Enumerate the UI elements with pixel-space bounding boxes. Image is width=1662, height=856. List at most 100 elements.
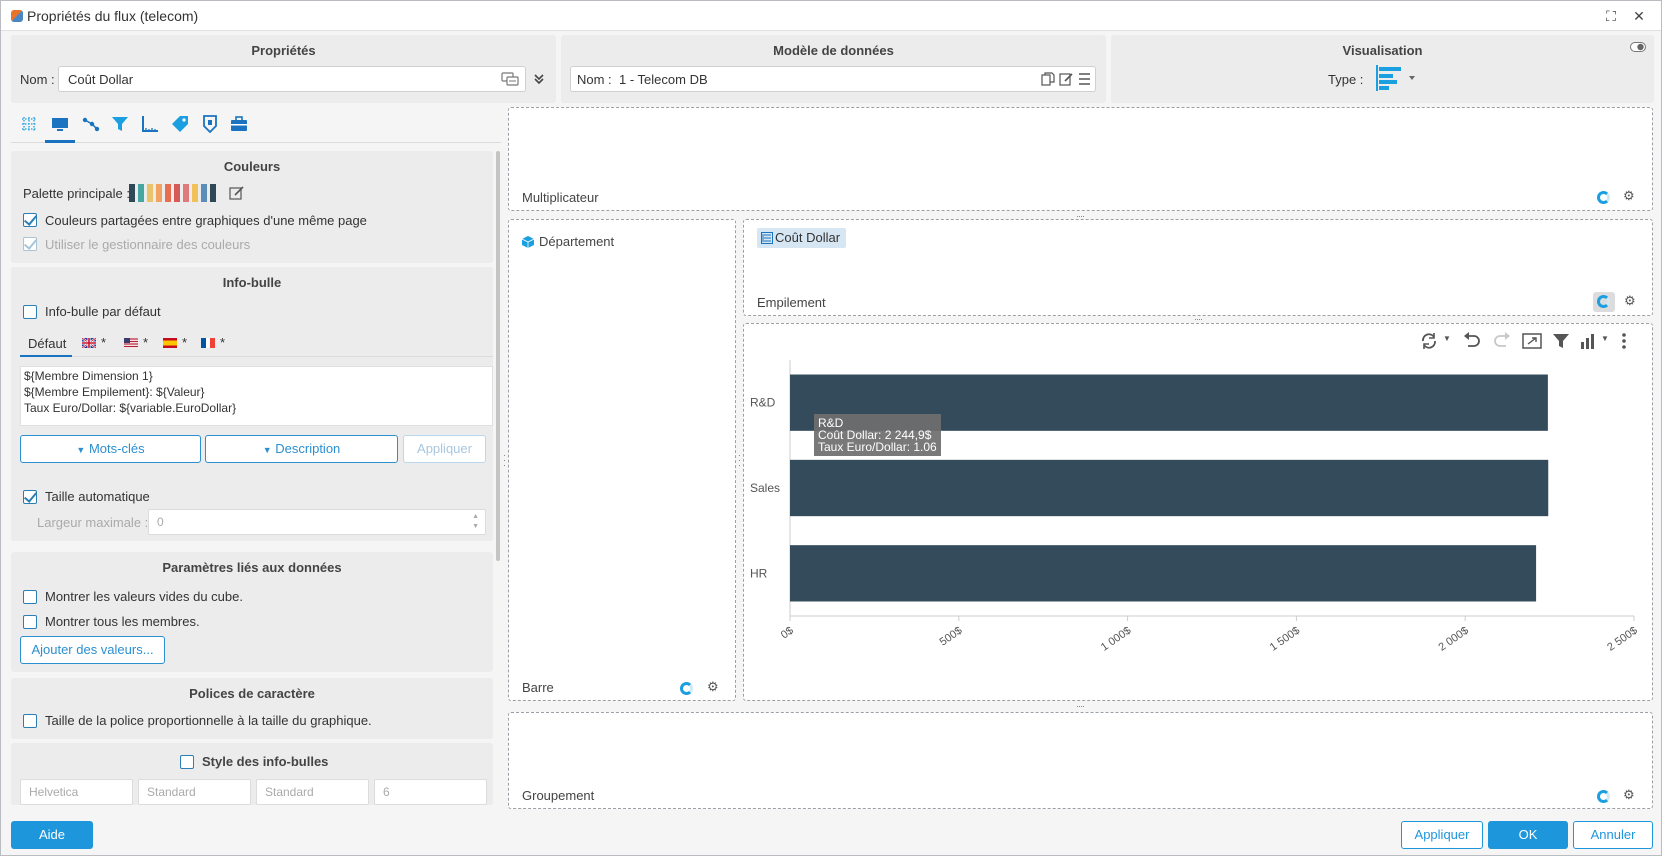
tab-english-us[interactable]: * [124, 335, 156, 353]
all-members-label: Montrer tous les membres. [45, 614, 200, 629]
keywords-button[interactable]: ▼ Mots-clés [20, 435, 201, 463]
x-tick-label: 1 500$ [1268, 625, 1302, 654]
loading-ring-icon[interactable] [1597, 790, 1610, 803]
grid-icon[interactable] [19, 114, 39, 134]
department-dimension[interactable]: Département [539, 234, 614, 249]
palette-label: Palette principale : [23, 186, 130, 201]
display-icon[interactable] [50, 114, 70, 134]
max-width-input: 0 ▲ ▼ [148, 509, 486, 535]
vertical-resize-handle[interactable]: · · · [503, 451, 506, 470]
vertical-resize-handle[interactable]: · · · [738, 451, 741, 470]
ok-button[interactable]: OK [1488, 821, 1568, 849]
app-icon [11, 10, 23, 22]
cube-icon [522, 236, 534, 248]
data-model-name-label: Nom : [577, 72, 612, 87]
visualisation-type-label: Type : [1328, 72, 1364, 87]
description-button[interactable]: ▼ Description [205, 435, 398, 463]
all-members-checkbox[interactable] [23, 615, 37, 629]
data-model-input[interactable]: Nom : 1 - Telecom DB [570, 66, 1096, 92]
colors-section: Couleurs Palette principale : Couleurs p… [11, 151, 493, 263]
y-tick-label: R&D [750, 396, 776, 410]
default-tooltip-checkbox[interactable] [23, 305, 37, 319]
apply-button[interactable]: Appliquer [1401, 821, 1483, 849]
bar[interactable] [790, 459, 1549, 517]
y-tick-label: Sales [750, 481, 780, 495]
ruler-icon[interactable] [140, 114, 160, 134]
palette-swatch [156, 184, 162, 202]
spain-flag-icon [163, 338, 177, 348]
toolbox-icon[interactable] [229, 114, 249, 134]
add-values-button[interactable]: Ajouter des valeurs... [20, 636, 165, 664]
palette-swatch [174, 184, 180, 202]
proportional-font-checkbox[interactable] [23, 714, 37, 728]
settings-gear-icon[interactable]: ⚙ [1623, 787, 1635, 803]
template-line: ${Membre Empilement}: ${Valeur} [24, 385, 205, 399]
apply-template-label: Appliquer [417, 441, 472, 456]
edit-palette-icon[interactable] [229, 186, 244, 201]
loading-ring-icon[interactable] [1597, 191, 1610, 204]
tooltip-style-checkbox[interactable] [180, 755, 194, 769]
tab-french[interactable]: * [201, 335, 233, 353]
shield-icon[interactable] [200, 114, 220, 134]
font-style-value: Standard [265, 785, 314, 799]
cancel-button[interactable]: Annuler [1573, 821, 1653, 849]
add-values-label: Ajouter des valeurs... [31, 642, 154, 657]
settings-gear-icon[interactable]: ⚙ [1623, 188, 1635, 204]
help-button[interactable]: Aide [11, 821, 93, 849]
measure-chip[interactable]: Coût Dollar [757, 228, 847, 248]
data-model-panel: Modèle de données Nom : 1 - Telecom DB [561, 35, 1106, 103]
name-input[interactable]: Coût Dollar [58, 66, 526, 92]
shared-colors-checkbox[interactable] [23, 213, 37, 227]
multiplier-zone[interactable]: Multiplicateur ⚙ [508, 107, 1653, 211]
colors-title: Couleurs [223, 159, 281, 174]
x-tick-label: 1 000$ [1099, 625, 1133, 654]
resize-handle[interactable]: ···· [1076, 701, 1085, 711]
name-label: Nom : [20, 72, 55, 87]
horizontal-bar-chart-icon[interactable] [1376, 65, 1418, 91]
proportional-font-label: Taille de la police proportionnelle à la… [45, 713, 372, 728]
chevron-down-icon: ▼ [76, 445, 86, 455]
toggle-icon[interactable] [1630, 42, 1646, 52]
palette-swatch [129, 184, 135, 202]
tab-fr-marker: * [220, 335, 226, 350]
loading-ring-icon[interactable] [680, 682, 693, 695]
language-tabs: Défaut * * * * [20, 329, 493, 357]
filter-icon[interactable] [110, 114, 130, 134]
tab-spanish[interactable]: * [163, 335, 195, 353]
settings-gear-icon[interactable]: ⚙ [1624, 293, 1636, 309]
grouping-zone[interactable]: Groupement ⚙ [508, 712, 1653, 809]
bar[interactable] [790, 545, 1537, 602]
tab-english-uk[interactable]: * [82, 335, 114, 353]
copy-icon[interactable] [1041, 72, 1055, 86]
tab-default[interactable]: Défaut [20, 329, 72, 357]
palette-swatch [183, 184, 189, 202]
font-size-input: 6 [374, 779, 487, 805]
tag-icon[interactable] [170, 114, 190, 134]
multiplier-label: Multiplicateur [522, 190, 599, 205]
grouping-label: Groupement [522, 788, 595, 803]
palette-swatch [138, 184, 144, 202]
y-tick-label: HR [750, 566, 768, 580]
chart-zone: ▼ ▼ R&D Sales HR 0$ 500$ 1 000$ 1 500$ 2 000$ 2 … [743, 323, 1653, 701]
empty-values-checkbox[interactable] [23, 590, 37, 604]
hierarchy-icon[interactable] [81, 114, 101, 134]
edit-icon[interactable] [1059, 72, 1073, 86]
maximize-icon[interactable]: ⛶ [1601, 6, 1621, 26]
bar-label: Barre [522, 680, 554, 695]
bar-chart[interactable]: R&D Sales HR 0$ 500$ 1 000$ 1 500$ 2 000$ 2 500$ [744, 324, 1652, 700]
cancel-button-label: Annuler [1590, 827, 1636, 842]
bar-zone[interactable]: Département Barre ⚙ [508, 219, 736, 701]
data-model-name-value: 1 - Telecom DB [619, 72, 708, 87]
double-chevron-down-icon[interactable] [533, 73, 545, 85]
stacking-zone[interactable]: Coût Dollar Empilement ⚙ [743, 219, 1653, 316]
measure-icon [761, 232, 773, 244]
settings-gear-icon[interactable]: ⚙ [707, 679, 719, 695]
auto-size-checkbox[interactable] [23, 490, 37, 504]
loading-ring-button[interactable] [1593, 292, 1615, 312]
menu-icon[interactable] [1078, 73, 1091, 85]
tooltip-template-editor[interactable]: ${Membre Dimension 1} ${Membre Empilemen… [20, 366, 493, 426]
close-icon[interactable]: ✕ [1629, 6, 1649, 26]
ok-button-label: OK [1518, 827, 1538, 842]
left-scrollbar[interactable] [496, 151, 500, 561]
translate-icon[interactable] [501, 72, 519, 86]
